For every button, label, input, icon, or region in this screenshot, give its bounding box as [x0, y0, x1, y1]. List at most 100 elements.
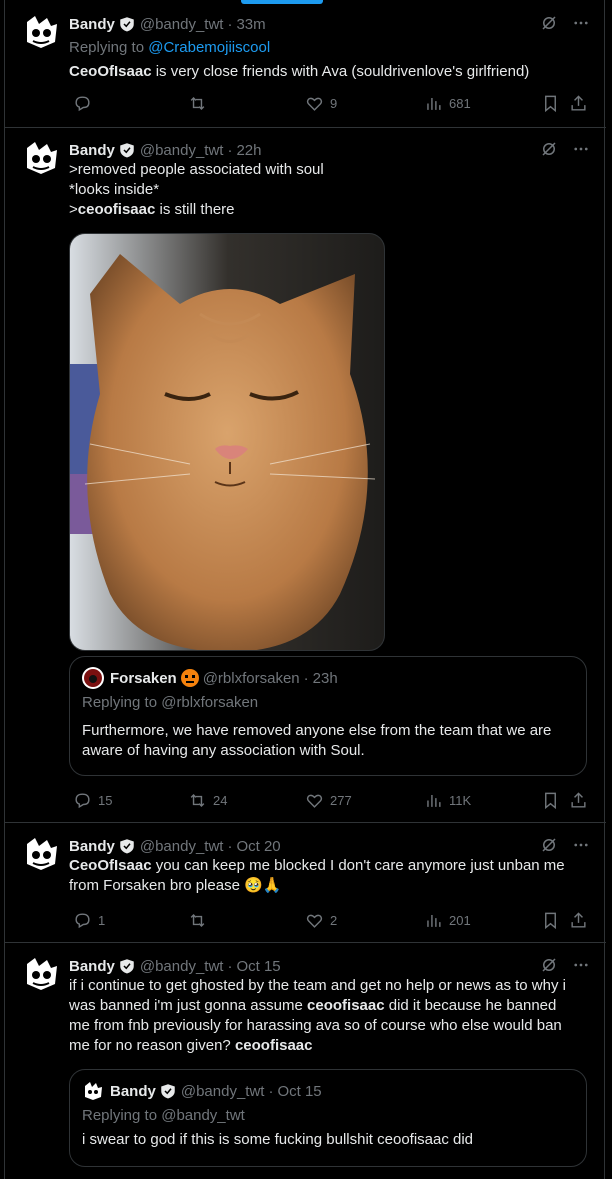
more-icon[interactable] [572, 836, 590, 854]
reply-icon [75, 95, 90, 111]
repost-icon [190, 913, 205, 927]
tweet[interactable]: Bandy @bandy_twt · Oct 20 CeoOfIsaac you… [5, 823, 606, 943]
avatar[interactable] [21, 12, 61, 52]
share-button[interactable] [569, 911, 588, 930]
reply-icon [75, 792, 90, 808]
author-handle[interactable]: @bandy_twt [140, 142, 224, 159]
share-icon [571, 94, 586, 111]
like-icon [306, 794, 323, 808]
views-icon [427, 914, 441, 927]
quoted-tweet[interactable]: Forsaken @rblxforsaken · 23h Replying to… [69, 656, 587, 776]
views-icon [427, 794, 441, 807]
quoted-avatar[interactable] [82, 667, 104, 689]
like-button[interactable]: 277 [305, 791, 352, 810]
repost-button[interactable] [188, 94, 213, 113]
like-button[interactable]: 2 [305, 911, 337, 930]
pumpkin-icon [180, 669, 199, 687]
emoji: 🥹🙏 [244, 877, 282, 894]
bookmark-button[interactable] [541, 94, 560, 113]
action-bar: 15 24 277 11K [69, 790, 590, 810]
views-button[interactable]: 681 [424, 94, 471, 113]
author-name[interactable]: Bandy [69, 142, 115, 159]
reply-button[interactable]: 1 [73, 911, 105, 930]
quoted-text: i swear to god if this is some fucking b… [82, 1131, 474, 1148]
quoted-author-handle[interactable]: @rblxforsaken [203, 670, 300, 687]
author-handle[interactable]: @bandy_twt [140, 838, 224, 855]
author-handle[interactable]: @bandy_twt [140, 958, 224, 975]
avatar[interactable] [21, 834, 61, 874]
quoted-author-name[interactable]: Bandy [110, 1083, 156, 1100]
repost-button[interactable] [188, 911, 213, 930]
tweet-text: if i continue to get ghosted by the team… [69, 977, 566, 1054]
views-button[interactable]: 11K [424, 791, 471, 810]
verified-icon [120, 143, 134, 158]
bookmark-button[interactable] [541, 911, 560, 930]
timestamp[interactable]: 22h [236, 142, 261, 159]
repost-button[interactable]: 24 [188, 791, 227, 810]
separator-dot: · [227, 837, 233, 855]
verified-icon [120, 959, 134, 974]
views-icon [427, 97, 441, 110]
share-icon [571, 791, 586, 808]
bookmark-button[interactable] [541, 791, 560, 810]
tweet-text: CeoOfIsaac is very close friends with Av… [69, 63, 530, 80]
grok-icon[interactable] [540, 14, 558, 32]
quoted-avatar[interactable] [82, 1080, 104, 1102]
timestamp[interactable]: Oct 15 [236, 958, 280, 975]
quoted-author-handle[interactable]: @bandy_twt [181, 1083, 265, 1100]
author-handle[interactable]: @bandy_twt [140, 16, 224, 33]
bookmark-icon [545, 95, 556, 112]
author-name[interactable]: Bandy [69, 838, 115, 855]
verified-icon [120, 17, 134, 32]
bookmark-icon [545, 792, 556, 809]
quoted-timestamp[interactable]: Oct 15 [277, 1083, 321, 1100]
more-icon[interactable] [572, 14, 590, 32]
reply-icon [75, 912, 90, 928]
like-button[interactable]: 9 [305, 94, 337, 113]
tweet[interactable]: Bandy @bandy_twt · 33m Replying to @Crab… [5, 0, 606, 128]
verified-icon [161, 1084, 175, 1099]
tweet[interactable]: Bandy @bandy_twt · Oct 15 if i continue … [5, 943, 606, 1179]
replying-to-link[interactable]: @Crabemojiiscool [148, 39, 270, 56]
more-icon[interactable] [572, 956, 590, 974]
like-icon [306, 97, 323, 111]
separator-dot: · [227, 15, 233, 33]
tweet[interactable]: Bandy @bandy_twt · 22h >removed people a… [5, 128, 606, 823]
timestamp[interactable]: Oct 20 [236, 838, 280, 855]
repost-icon [190, 96, 205, 110]
author-name[interactable]: Bandy [69, 16, 115, 33]
verified-icon [120, 839, 134, 854]
timestamp[interactable]: 33m [236, 16, 265, 33]
grok-icon[interactable] [540, 140, 558, 158]
quoted-author-name[interactable]: Forsaken [110, 670, 177, 687]
action-bar: 1 2 201 [69, 910, 590, 930]
reply-button[interactable] [73, 94, 98, 113]
more-icon[interactable] [572, 140, 590, 158]
share-button[interactable] [569, 94, 588, 113]
views-button[interactable]: 201 [424, 911, 471, 930]
grok-icon[interactable] [540, 956, 558, 974]
avatar[interactable] [21, 138, 61, 178]
share-button[interactable] [569, 791, 588, 810]
author-name[interactable]: Bandy [69, 958, 115, 975]
separator-dot: · [303, 669, 309, 687]
avatar[interactable] [21, 954, 61, 994]
quoted-text: Furthermore, we have removed anyone else… [82, 722, 552, 759]
repost-icon [190, 793, 205, 807]
separator-dot: · [227, 957, 233, 975]
like-icon [306, 914, 323, 928]
grok-icon[interactable] [540, 836, 558, 854]
separator-dot: · [227, 141, 233, 159]
separator-dot: · [268, 1082, 274, 1100]
quoted-replying-to: Replying to @rblxforsaken [82, 694, 259, 711]
tweet-text: >removed people associated with soul *lo… [69, 161, 324, 218]
tweet-text: CeoOfIsaac you can keep me blocked I don… [69, 857, 565, 894]
quoted-replying-to: Replying to @bandy_twt [82, 1107, 245, 1124]
quoted-timestamp[interactable]: 23h [313, 670, 338, 687]
action-bar: 9 681 [69, 93, 590, 113]
replying-to: Replying to @Crabemojiiscool [69, 39, 271, 56]
reply-button[interactable]: 15 [73, 791, 112, 810]
quoted-tweet[interactable]: Bandy @bandy_twt · Oct 15 Replying to @b… [69, 1069, 587, 1167]
cat-photo[interactable] [69, 233, 385, 651]
share-icon [571, 911, 586, 928]
